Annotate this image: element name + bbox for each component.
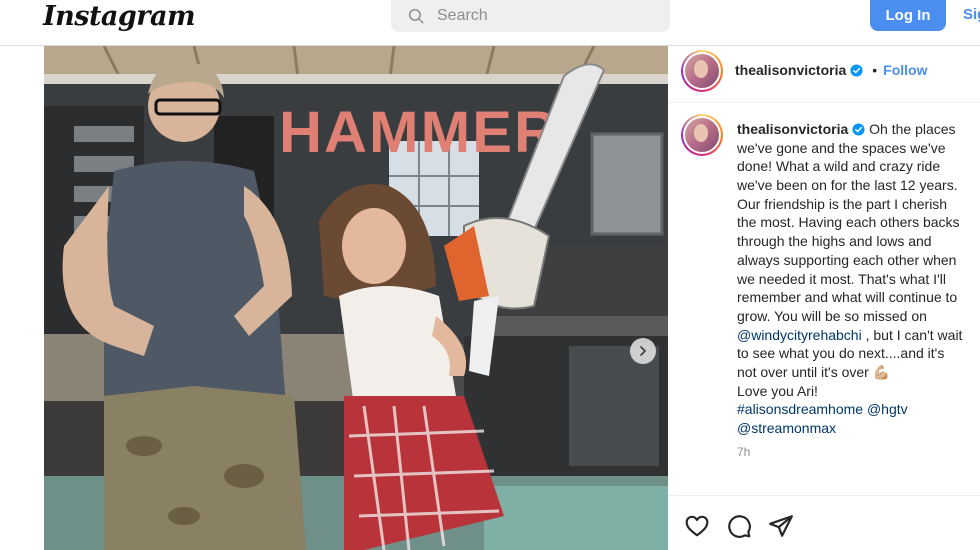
heart-icon[interactable] <box>684 513 710 539</box>
verified-badge-icon <box>850 63 863 77</box>
top-bar: Instagram Log In Sig <box>0 0 980 46</box>
caption-text-line: we've gone and the spaces we've <box>737 139 946 156</box>
post-author-username[interactable]: thealisonvictoria <box>735 62 846 78</box>
caption-text-line: we've been on for the last 12 years. <box>737 177 958 194</box>
caption-text-line: done! What a wild and crazy ride <box>737 158 941 175</box>
caption-text-line: to see what you do next....and it's <box>737 345 945 362</box>
caption-text-line: always supporting each other when <box>737 251 957 268</box>
caption-text-line: grow. You will be so missed on <box>737 307 927 324</box>
hammer-sign-text: HAMMER <box>279 100 559 165</box>
post-photo[interactable]: HAMMER <box>44 46 668 550</box>
caption-text-line: Our friendship is the part I cherish <box>737 195 948 212</box>
search-icon <box>408 8 424 24</box>
chevron-right-icon <box>640 346 646 356</box>
caption-username[interactable]: thealisonvictoria <box>737 121 848 137</box>
more-options-icon[interactable]: ⋮ <box>974 58 980 78</box>
caption-text-line: we needed it most. That's what I'll <box>737 270 946 287</box>
caption-text-line: the most. Having each others backs <box>737 214 960 231</box>
post-timestamp[interactable]: 7h <box>737 445 750 459</box>
search-input[interactable] <box>437 7 657 25</box>
mention-link-streamonmax[interactable]: @streamonmax <box>737 420 836 436</box>
caption-text-line: remember and what will continue to <box>737 289 958 306</box>
mention-link-windycityrehabchi[interactable]: @windycityrehabchi <box>737 327 862 343</box>
signup-link[interactable]: Sig <box>963 6 980 23</box>
next-image-button[interactable] <box>630 338 656 364</box>
hashtag-link-alisonsdreamhome[interactable]: #alisonsdreamhome <box>737 401 863 417</box>
caption-text-line: through the highs and lows and <box>737 233 932 250</box>
search-box[interactable] <box>391 0 670 32</box>
caption-text-fragment: , but I can't wait <box>861 326 963 343</box>
avatar[interactable] <box>681 50 723 92</box>
caption-text-line: Love you Ari! <box>737 382 818 399</box>
separator-dot: • <box>872 62 878 78</box>
caption-avatar[interactable] <box>681 114 723 156</box>
post-sidebar: thealisonvictoria • Follow ⋮ thealisonvi… <box>668 46 980 550</box>
login-button[interactable]: Log In <box>870 0 946 31</box>
verified-badge-icon <box>852 123 865 136</box>
comment-icon[interactable] <box>726 513 752 539</box>
mention-link-hgtv[interactable]: @hgtv <box>867 401 908 417</box>
caption-text-line: not over until it's over 💪🏼 <box>737 363 891 380</box>
post-actions-bar <box>668 495 980 550</box>
instagram-logo[interactable]: Instagram <box>43 1 196 32</box>
share-icon[interactable] <box>768 513 794 539</box>
post-caption: thealisonvictoria Oh the places we've go… <box>737 120 980 438</box>
caption-text-line: Oh the places <box>869 121 956 137</box>
post-image: HAMMER <box>44 46 668 550</box>
post-header: thealisonvictoria • Follow ⋮ <box>668 46 980 103</box>
follow-button[interactable]: Follow <box>883 62 927 78</box>
